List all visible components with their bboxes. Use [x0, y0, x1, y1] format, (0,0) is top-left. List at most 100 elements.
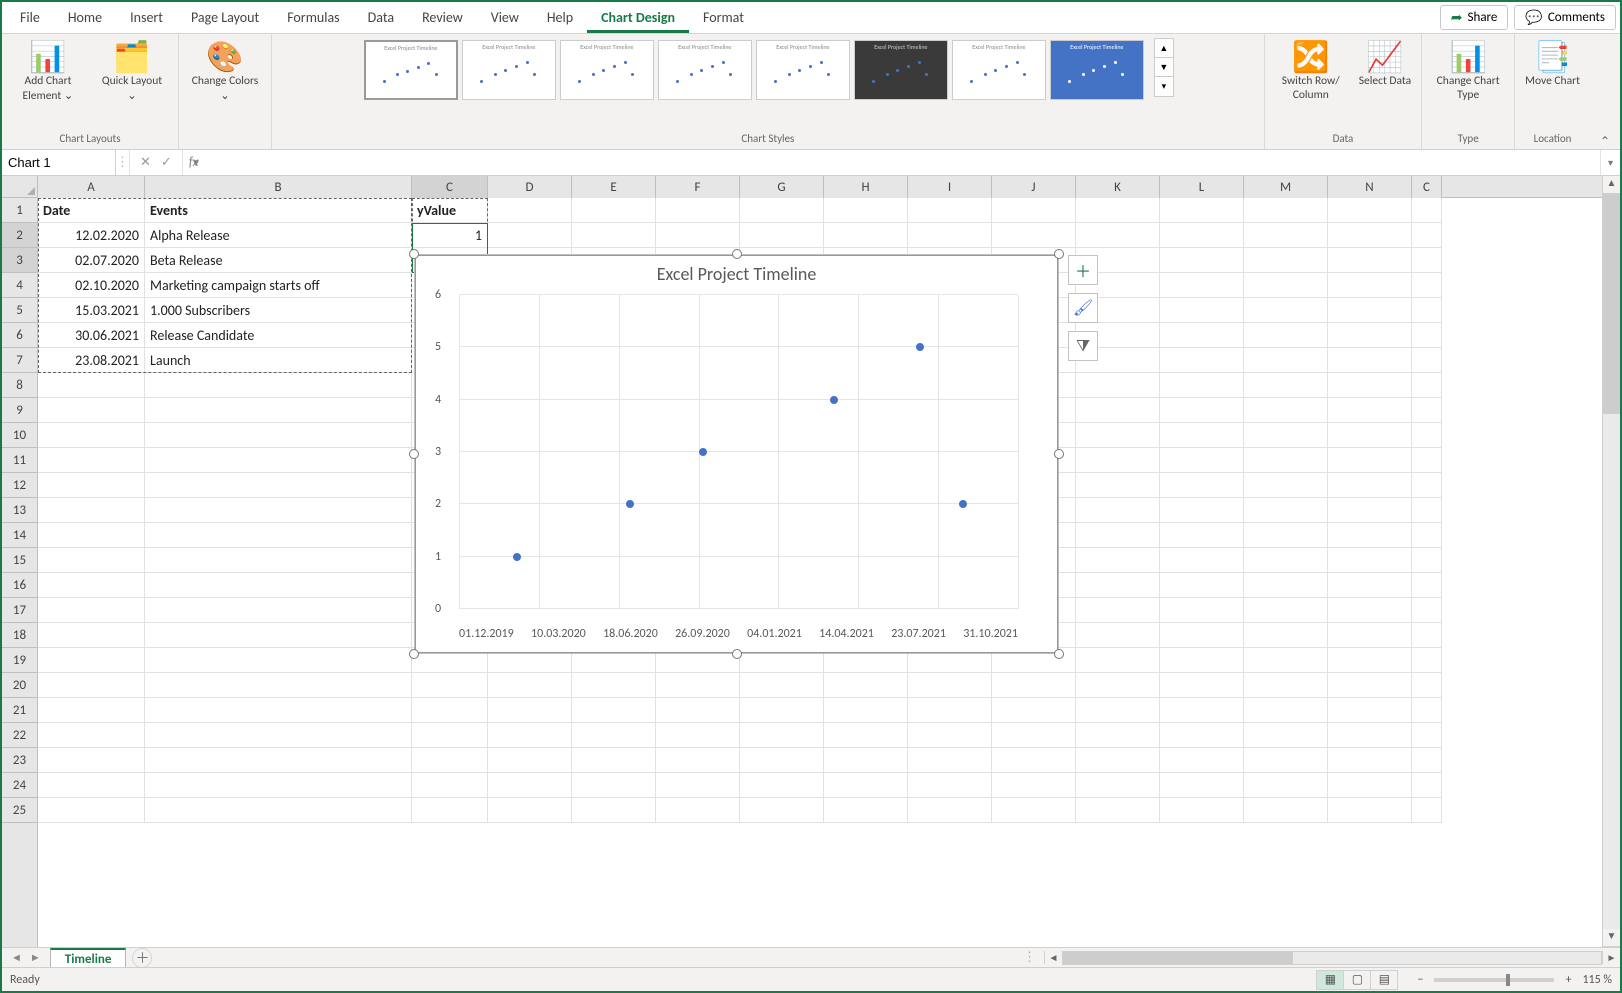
cell[interactable]: [824, 223, 908, 248]
cell[interactable]: [38, 448, 145, 473]
row-header-4[interactable]: 4: [2, 273, 37, 298]
cell[interactable]: [1328, 573, 1412, 598]
cell[interactable]: [1160, 723, 1244, 748]
change-colors-button[interactable]: 🎨 Change Colors ⌄: [185, 38, 265, 105]
cell[interactable]: [145, 623, 412, 648]
row-header-6[interactable]: 6: [2, 323, 37, 348]
cell[interactable]: [656, 798, 740, 823]
cell[interactable]: [412, 773, 488, 798]
cell[interactable]: [992, 773, 1076, 798]
select-all-corner[interactable]: [2, 176, 38, 198]
tab-insert[interactable]: Insert: [116, 3, 177, 32]
cell[interactable]: [38, 573, 145, 598]
chart-resize-handle[interactable]: [409, 249, 419, 259]
cell[interactable]: [145, 398, 412, 423]
cell[interactable]: [992, 223, 1076, 248]
chart-resize-handle[interactable]: [732, 649, 742, 659]
cell[interactable]: [1160, 473, 1244, 498]
cell[interactable]: 1.000 Subscribers: [145, 298, 412, 323]
cell[interactable]: 30.06.2021: [38, 323, 145, 348]
scroll-up-button[interactable]: ▲: [1603, 176, 1620, 194]
cell[interactable]: [1076, 423, 1160, 448]
cell[interactable]: [488, 698, 572, 723]
cell[interactable]: [740, 773, 824, 798]
cell[interactable]: [488, 223, 572, 248]
chart-style-option[interactable]: Excel Project Timeline: [364, 40, 458, 100]
hscroll-left[interactable]: ◄: [1044, 951, 1062, 964]
cell[interactable]: Release Candidate: [145, 323, 412, 348]
cell[interactable]: [1160, 748, 1244, 773]
cell[interactable]: [1244, 548, 1328, 573]
cell[interactable]: [1160, 373, 1244, 398]
tab-review[interactable]: Review: [408, 3, 477, 32]
cell[interactable]: [1328, 498, 1412, 523]
cell[interactable]: [1244, 248, 1328, 273]
cell[interactable]: [145, 498, 412, 523]
cell[interactable]: [1244, 698, 1328, 723]
cell[interactable]: [145, 448, 412, 473]
cell[interactable]: [1328, 323, 1412, 348]
chart-resize-handle[interactable]: [732, 249, 742, 259]
chart-styles-button[interactable]: 🖌: [1068, 293, 1098, 323]
cell[interactable]: [1160, 523, 1244, 548]
tab-data[interactable]: Data: [354, 3, 408, 32]
cell[interactable]: [656, 223, 740, 248]
cell[interactable]: [145, 523, 412, 548]
formula-cancel-button[interactable]: ✕: [140, 155, 151, 170]
row-header-25[interactable]: 25: [2, 798, 37, 823]
cell[interactable]: [1160, 798, 1244, 823]
cell[interactable]: [824, 723, 908, 748]
cell[interactable]: [38, 423, 145, 448]
cell[interactable]: [908, 773, 992, 798]
cell[interactable]: [1244, 323, 1328, 348]
cell[interactable]: [740, 223, 824, 248]
formula-input[interactable]: [204, 150, 1600, 175]
row-header-16[interactable]: 16: [2, 573, 37, 598]
cell[interactable]: [1412, 248, 1442, 273]
cell[interactable]: [1160, 248, 1244, 273]
tab-format[interactable]: Format: [689, 3, 758, 32]
row-header-1[interactable]: 1: [2, 198, 37, 223]
cell[interactable]: [656, 748, 740, 773]
styles-scroll-down[interactable]: ▼: [1155, 58, 1173, 77]
row-header-17[interactable]: 17: [2, 598, 37, 623]
cell[interactable]: [38, 673, 145, 698]
cell[interactable]: [992, 673, 1076, 698]
chart-resize-handle[interactable]: [1054, 249, 1064, 259]
cell[interactable]: [1412, 523, 1442, 548]
change-chart-type-button[interactable]: 📊 Change Chart Type: [1428, 38, 1508, 104]
cell[interactable]: [1160, 673, 1244, 698]
cell[interactable]: [1076, 198, 1160, 223]
cell[interactable]: [824, 698, 908, 723]
zoom-level[interactable]: 115 %: [1582, 973, 1612, 987]
cell[interactable]: [1412, 723, 1442, 748]
cell[interactable]: [992, 723, 1076, 748]
cell[interactable]: [1244, 448, 1328, 473]
tab-chart-design[interactable]: Chart Design: [587, 3, 689, 33]
cell[interactable]: [1160, 448, 1244, 473]
cell[interactable]: [1412, 773, 1442, 798]
cell[interactable]: Alpha Release: [145, 223, 412, 248]
cell[interactable]: [145, 598, 412, 623]
cell[interactable]: [908, 698, 992, 723]
cell[interactable]: [572, 673, 656, 698]
cell[interactable]: yValue: [412, 198, 488, 223]
cell[interactable]: [38, 623, 145, 648]
cell[interactable]: [1160, 323, 1244, 348]
cell[interactable]: [145, 573, 412, 598]
cell[interactable]: [824, 198, 908, 223]
sheet-nav-prev[interactable]: ◄: [8, 951, 25, 964]
cell[interactable]: [1076, 498, 1160, 523]
cell[interactable]: [1412, 573, 1442, 598]
cell[interactable]: [1328, 448, 1412, 473]
cell[interactable]: [1328, 523, 1412, 548]
cell[interactable]: [992, 698, 1076, 723]
cell[interactable]: [1160, 398, 1244, 423]
cell[interactable]: [1244, 723, 1328, 748]
chart-style-option[interactable]: Excel Project Timeline: [462, 40, 556, 100]
cell[interactable]: [908, 723, 992, 748]
view-page-layout-button[interactable]: ▢: [1343, 970, 1371, 990]
cell[interactable]: [1244, 523, 1328, 548]
select-data-button[interactable]: 📈 Select Data: [1355, 38, 1415, 90]
cell[interactable]: [1328, 198, 1412, 223]
